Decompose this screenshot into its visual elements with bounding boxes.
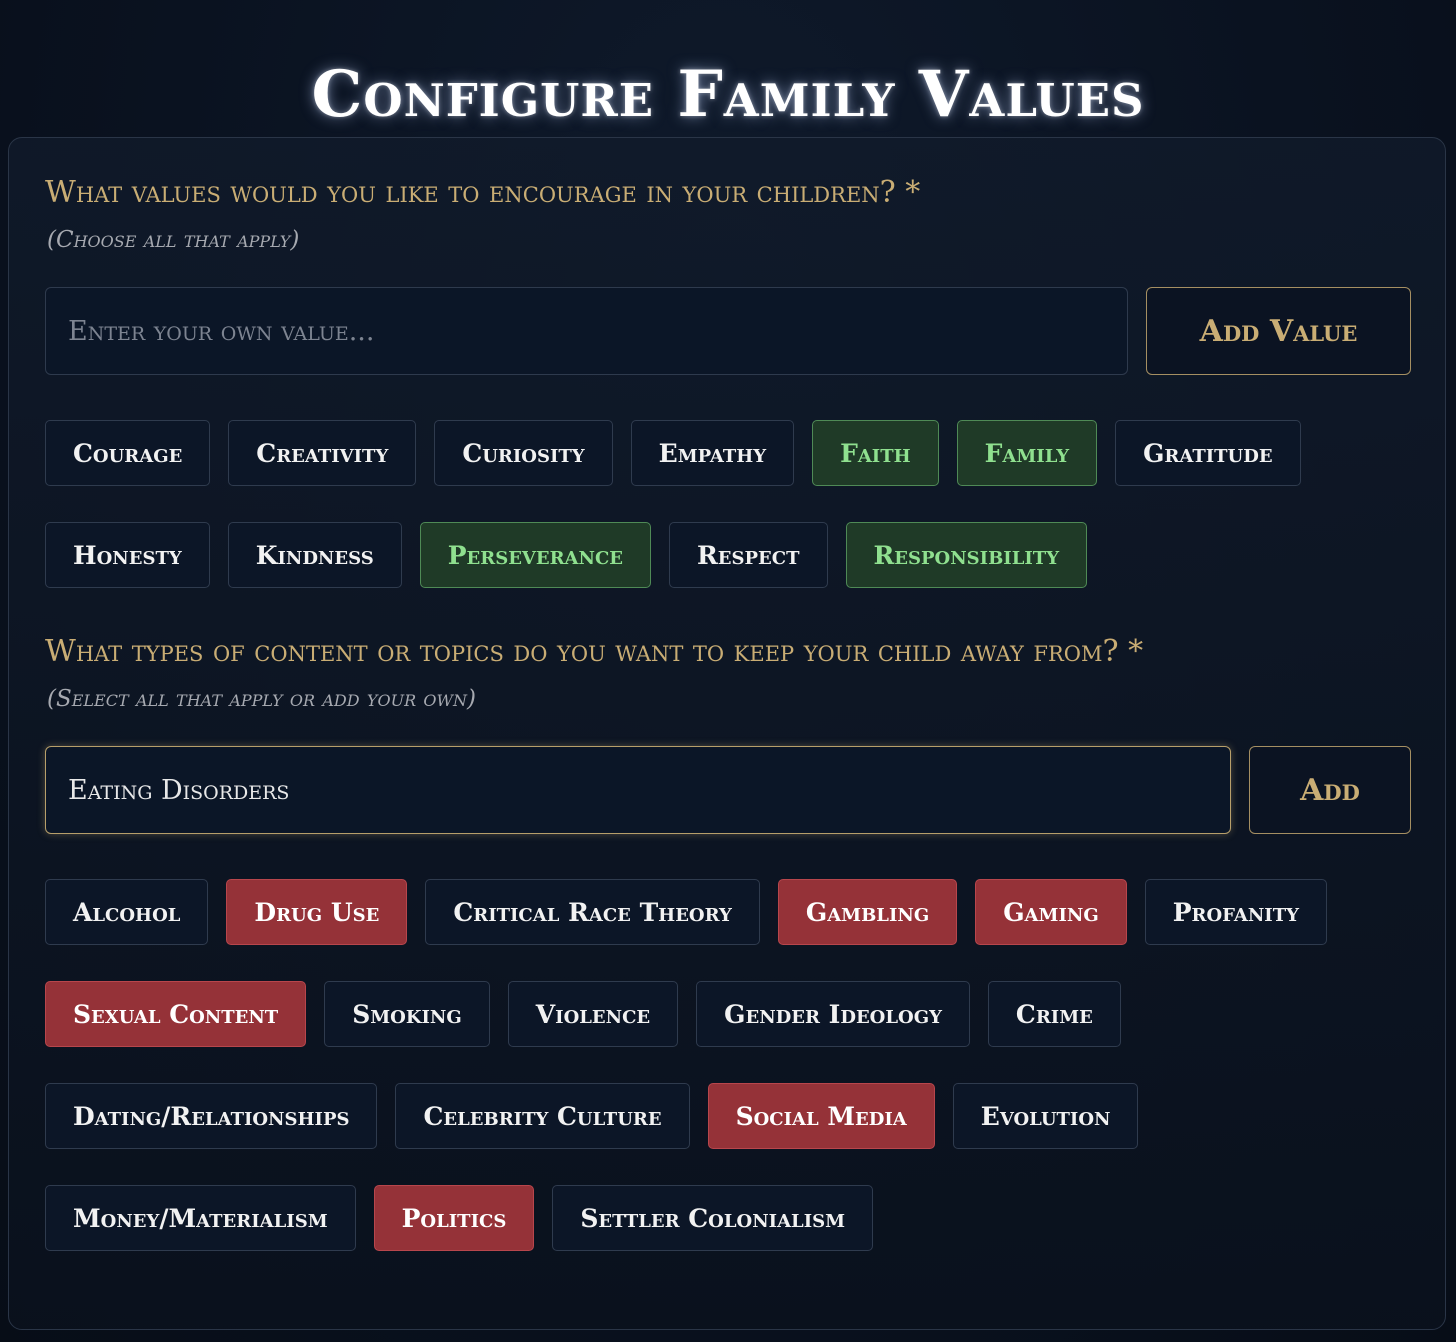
topic-chip-violence[interactable]: Violence — [507, 981, 679, 1047]
topic-chip-crime[interactable]: Crime — [987, 981, 1121, 1047]
topic-chip-critical-race-theory[interactable]: Critical Race Theory — [425, 879, 760, 945]
value-chip-empathy[interactable]: Empathy — [630, 420, 795, 486]
value-chip-courage[interactable]: Courage — [45, 420, 211, 486]
value-chip-family[interactable]: Family — [956, 420, 1098, 486]
value-chip-gratitude[interactable]: Gratitude — [1115, 420, 1301, 486]
topic-chip-gaming[interactable]: Gaming — [975, 879, 1127, 945]
value-chip-perseverance[interactable]: Perseverance — [419, 522, 652, 588]
topic-chip-politics[interactable]: Politics — [373, 1185, 535, 1251]
add-topic-button[interactable]: Add — [1249, 746, 1411, 834]
topic-chip-alcohol[interactable]: Alcohol — [45, 879, 209, 945]
topics-question: What types of content or topics do you w… — [45, 634, 1144, 669]
topic-chip-smoking[interactable]: Smoking — [324, 981, 490, 1047]
value-chip-faith[interactable]: Faith — [812, 420, 939, 486]
topic-chip-gambling[interactable]: Gambling — [777, 879, 958, 945]
topics-hint: (Select all that apply or add your own) — [47, 686, 476, 712]
topic-chip-celebrity-culture[interactable]: Celebrity Culture — [395, 1083, 690, 1149]
topic-chip-evolution[interactable]: Evolution — [952, 1083, 1139, 1149]
topic-chip-dating-relationships[interactable]: Dating/Relationships — [45, 1083, 378, 1149]
values-question: What values would you like to encourage … — [45, 175, 921, 210]
add-value-button[interactable]: Add Value — [1146, 287, 1411, 375]
topic-chip-settler-colonialism[interactable]: Settler Colonialism — [552, 1185, 874, 1251]
topic-chip-sexual-content[interactable]: Sexual Content — [45, 981, 307, 1047]
custom-topic-input[interactable] — [45, 746, 1231, 834]
topic-chip-social-media[interactable]: Social Media — [707, 1083, 935, 1149]
values-hint: (Choose all that apply) — [47, 227, 300, 253]
value-chip-creativity[interactable]: Creativity — [228, 420, 417, 486]
topic-chip-profanity[interactable]: Profanity — [1144, 879, 1327, 945]
value-chip-kindness[interactable]: Kindness — [227, 522, 402, 588]
custom-value-input[interactable] — [45, 287, 1128, 375]
page-title: Configure Family Values — [311, 56, 1145, 132]
topic-chip-drug-use[interactable]: Drug Use — [226, 879, 408, 945]
value-chip-honesty[interactable]: Honesty — [45, 522, 210, 588]
value-chip-responsibility[interactable]: Responsibility — [845, 522, 1088, 588]
value-chip-respect[interactable]: Respect — [669, 522, 828, 588]
value-chip-curiosity[interactable]: Curiosity — [434, 420, 613, 486]
topics-chip-list: Alcohol Drug Use Critical Race Theory Ga… — [45, 879, 1415, 1251]
topic-chip-money-materialism[interactable]: Money/Materialism — [45, 1185, 356, 1251]
topic-chip-gender-ideology[interactable]: Gender Ideology — [696, 981, 970, 1047]
values-chip-list: Courage Creativity Curiosity Empathy Fai… — [45, 420, 1415, 588]
